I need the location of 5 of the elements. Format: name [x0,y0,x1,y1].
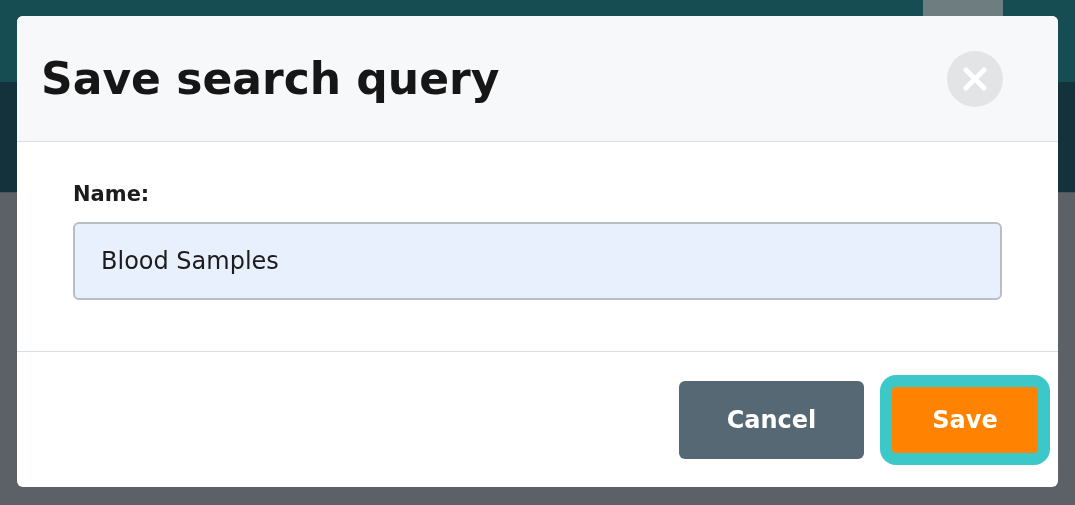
close-icon [963,66,987,91]
field-label: Name: [73,182,151,206]
dialog-title: Save search query [41,53,500,104]
name-field[interactable]: Blood Samples [73,222,1002,300]
cancel-button[interactable]: Cancel [679,380,864,459]
